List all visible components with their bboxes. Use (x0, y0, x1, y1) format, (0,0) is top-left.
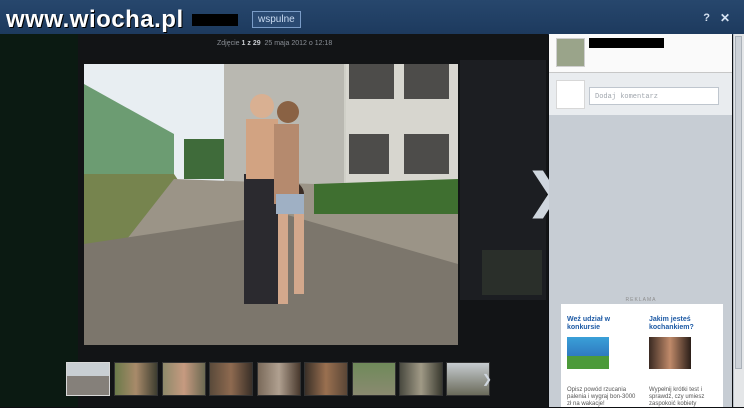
thumbnail-next-arrow[interactable]: ❯ (482, 372, 492, 386)
thumbnail[interactable] (162, 362, 206, 396)
thumbnail[interactable] (399, 362, 443, 396)
thumbnail[interactable] (209, 362, 253, 396)
commenter-avatar (556, 80, 585, 109)
ad-text: Wypełnij krótki test i sprawdź, czy umie… (649, 387, 705, 407)
photo-date: 25 maja 2012 o 12:18 (264, 40, 333, 47)
ad-title[interactable]: Jakim jesteś kochankiem? (649, 316, 719, 332)
thumbnail-strip: ❯ (66, 362, 496, 398)
ad-image[interactable] (567, 337, 609, 369)
album-tag[interactable]: wspulne (252, 11, 301, 28)
thumbnail[interactable] (66, 362, 110, 396)
photo-image (84, 64, 458, 345)
thumbnail[interactable] (304, 362, 348, 396)
background-image-ghost (482, 250, 542, 295)
scrollbar-thumb[interactable] (735, 36, 742, 369)
redacted-author-name (589, 38, 664, 48)
photo-counter: 1 z 29 (241, 40, 261, 47)
ad-image[interactable] (649, 337, 691, 369)
ad-text: Opisz powód rzucania palenia i wygraj bo… (567, 387, 636, 407)
comment-input[interactable]: Dodaj komentarz (589, 87, 719, 105)
thumbnail[interactable] (352, 362, 396, 396)
close-icon[interactable]: ✕ (720, 11, 730, 25)
ads-label: REKLAMA (625, 297, 657, 303)
photo-meta: Zdjęcie 1 z 29 25 maja 2012 o 12:18 (217, 40, 332, 47)
ad-title[interactable]: Weź udział w konkursie (567, 316, 637, 332)
ads-box: Weź udział w konkursie Opisz powód rzuca… (561, 304, 723, 407)
photo-counter-label: Zdjęcie (217, 40, 240, 47)
redacted-name (192, 14, 238, 26)
main-photo[interactable] (84, 64, 458, 345)
author-avatar[interactable] (556, 38, 585, 67)
site-watermark: www.wiocha.pl (6, 6, 184, 33)
help-icon[interactable]: ? (703, 12, 710, 24)
background-page (0, 34, 78, 407)
thumbnail[interactable] (114, 362, 158, 396)
thumbnail[interactable] (257, 362, 301, 396)
